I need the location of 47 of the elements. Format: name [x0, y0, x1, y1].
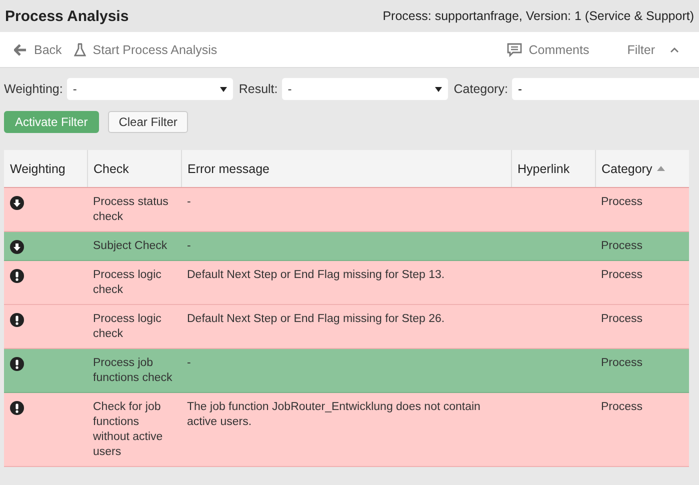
- exclamation-icon: [10, 269, 24, 283]
- comment-icon: [506, 42, 522, 56]
- dropdown-caret-icon: [220, 86, 227, 92]
- table-cell: Process: [595, 188, 689, 232]
- back-button[interactable]: Back: [14, 42, 70, 56]
- table-cell: Process logic check: [87, 260, 181, 304]
- column-header[interactable]: Hyperlink: [511, 150, 595, 188]
- table-cell: Process: [595, 260, 689, 304]
- table-cell: Default Next Step or End Flag missing for Step 26.: [181, 304, 511, 348]
- exclamation-icon: [10, 313, 24, 327]
- exclamation-icon: [10, 357, 24, 371]
- chevron-icon: [670, 46, 679, 52]
- filter-dropdown[interactable]: -: [66, 78, 233, 100]
- table-cell: -: [181, 188, 511, 232]
- table-cell: Process status check: [87, 188, 181, 232]
- start-analysis-button[interactable]: Start Process Analysis: [74, 42, 226, 56]
- filter-input[interactable]: -: [512, 78, 699, 100]
- table-cell: Process job functions check: [87, 348, 181, 392]
- table-cell: Check for job functions without active users: [87, 392, 181, 466]
- page-title: Process Analysis: [5, 8, 129, 24]
- sort-ascending-icon: [657, 166, 666, 171]
- table-cell: Process logic check: [87, 304, 181, 348]
- flask-icon: [74, 42, 86, 56]
- table-cell: Subject Check: [87, 232, 181, 260]
- table-cell: Process: [595, 348, 689, 392]
- column-header[interactable]: Check: [87, 150, 181, 188]
- filter-label: Weighting:: [4, 82, 63, 96]
- filter-label: Result:: [238, 82, 278, 96]
- clear-filter-button[interactable]: Clear Filter: [108, 111, 188, 133]
- process-info: Process: supportanfrage, Version: 1 (Service & Support): [382, 9, 694, 23]
- table-cell: Process: [595, 392, 689, 466]
- column-header[interactable]: Error message: [181, 150, 511, 188]
- dropdown-caret-icon: [434, 86, 442, 92]
- back-arrow-icon: [14, 44, 27, 56]
- exclamation-icon: [10, 401, 24, 415]
- comments-button[interactable]: Comments: [506, 42, 598, 56]
- table-cell: The job function JobRouter_Entwicklung does not contain active users.: [181, 392, 511, 466]
- filter-label: Category:: [454, 82, 508, 96]
- filter-dropdown[interactable]: -: [282, 78, 448, 100]
- column-header[interactable]: Category: [595, 150, 689, 188]
- column-header[interactable]: Weighting: [4, 150, 87, 188]
- table-cell: Default Next Step or End Flag missing for Step 13.: [181, 260, 511, 304]
- table-cell: -: [181, 348, 511, 392]
- table-cell: Process: [595, 304, 689, 348]
- table-cell: Process: [595, 232, 689, 260]
- table-cell: -: [181, 232, 511, 260]
- filter-toggle[interactable]: Filter: [627, 42, 687, 56]
